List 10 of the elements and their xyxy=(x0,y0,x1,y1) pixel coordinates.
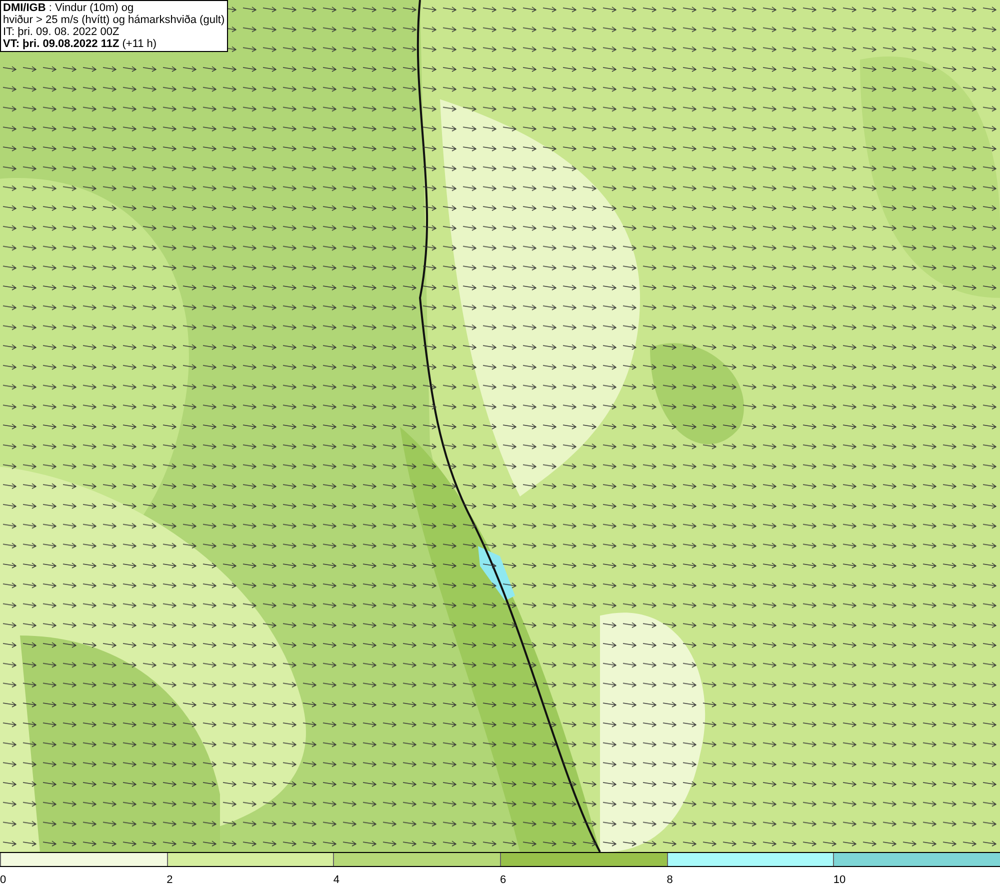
legend-label: 0 xyxy=(0,874,6,886)
legend-label: 10 xyxy=(833,874,846,886)
legend-label: 2 xyxy=(166,874,173,886)
header-text: IT: þri. 09. 08. 2022 00Z xyxy=(3,26,120,38)
legend-label: 8 xyxy=(666,874,673,886)
header-text: DMI/IGB : Vindur (10m) og xyxy=(3,2,135,14)
legend-label: 6 xyxy=(500,874,506,886)
header-text: hviður > 25 m/s (hvítt) og hámarkshviða (gult) xyxy=(3,14,225,26)
header-text: VT: þri. 09.08.2022 11Z (+11 h) xyxy=(3,38,158,50)
legend-label: 4 xyxy=(333,874,340,886)
